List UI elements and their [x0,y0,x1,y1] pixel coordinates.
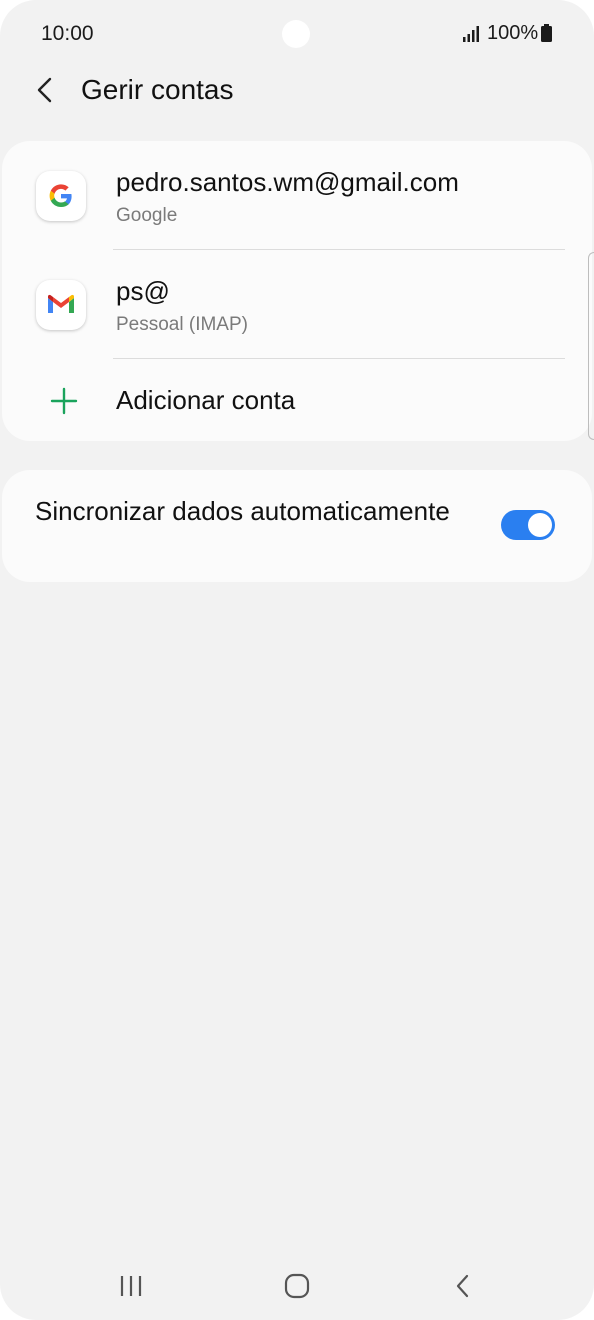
accounts-card: pedro.santos.wm@gmail.com Google ps@ Pes… [2,141,592,441]
status-time: 10:00 [41,22,94,45]
back-button[interactable] [28,72,64,108]
google-icon [49,184,72,207]
add-account-button[interactable]: Adicionar conta [2,359,592,441]
battery-full-icon [541,24,552,42]
gmail-app-icon [36,280,86,330]
home-button[interactable] [277,1268,317,1304]
recents-icon [120,1276,142,1296]
account-name: ps@ [116,276,170,306]
sync-toggle[interactable] [501,510,555,540]
sync-card[interactable]: Sincronizar dados automaticamente [2,470,592,582]
app-header: Gerir contas [0,60,594,130]
page-title: Gerir contas [81,74,234,105]
home-icon [284,1273,310,1299]
google-app-icon [36,171,86,221]
account-type: Pessoal (IMAP) [116,314,248,335]
account-item-google[interactable]: pedro.santos.wm@gmail.com Google [2,141,592,249]
battery-percent: 100% [487,22,539,44]
phone-screen: 10:00 100% Gerir contas pedro.santos.wm@… [0,0,594,1320]
add-account-label: Adicionar conta [116,385,296,415]
account-type: Google [116,205,178,226]
account-name: pedro.santos.wm@gmail.com [116,167,459,197]
front-camera [282,20,310,48]
back-icon [456,1274,469,1298]
signal-bars-icon [463,26,479,42]
chevron-left-icon [37,77,52,103]
toggle-knob [528,513,552,537]
nav-back-button[interactable] [443,1268,483,1304]
navigation-bar [0,1250,594,1320]
sync-label: Sincronizar dados automaticamente [35,496,450,526]
plus-icon [50,387,78,415]
scrollbar [588,252,594,440]
gmail-icon [48,294,74,313]
account-item-imap[interactable]: ps@ Pessoal (IMAP) [2,250,592,358]
recents-button[interactable] [111,1268,151,1304]
